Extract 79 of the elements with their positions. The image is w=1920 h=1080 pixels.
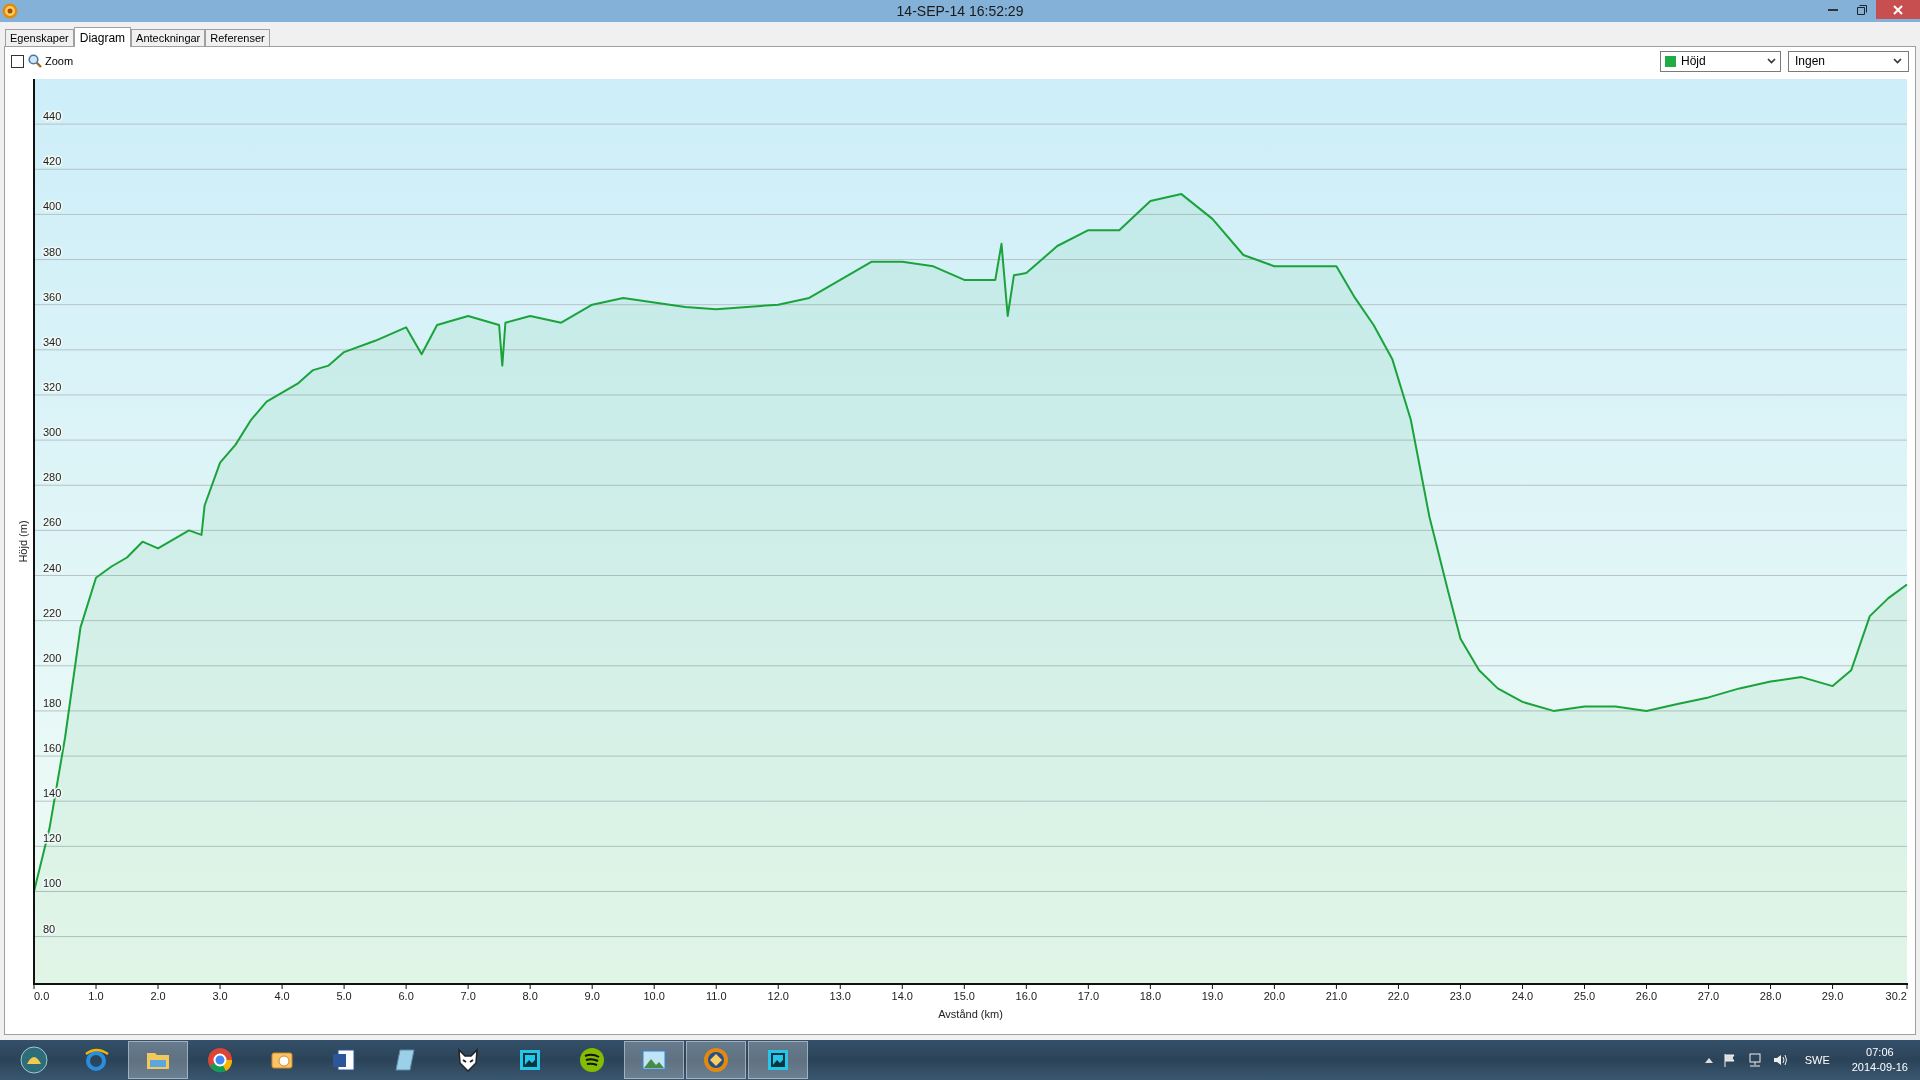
zoom-label: Zoom	[45, 53, 74, 69]
x-tick-label: 23.0	[1449, 990, 1472, 1002]
y-tick-label: 240	[43, 561, 62, 574]
x-tick-label: 18.0	[1139, 990, 1162, 1002]
x-tick-label: 20.0	[1263, 990, 1286, 1002]
x-tick-label: 10.0	[643, 990, 665, 1002]
flag-icon	[1722, 1053, 1737, 1067]
minimize-icon	[1827, 8, 1838, 11]
y-tick-label: 420	[43, 155, 62, 168]
x-tick-label: 17.0	[1077, 990, 1100, 1002]
x-tick-label: 22.0	[1387, 990, 1410, 1002]
network-icon	[1746, 1053, 1763, 1067]
series-dropdown[interactable]: Höjd	[1660, 50, 1781, 72]
x-tick-label: 1.0	[88, 990, 104, 1002]
speaker-icon	[1772, 1053, 1787, 1067]
close-button[interactable]	[1876, 0, 1920, 19]
x-tick-label: 16.0	[1015, 990, 1038, 1002]
x-axis-title: Avstånd (km)	[938, 1008, 1003, 1020]
y-tick-label: 160	[43, 742, 62, 755]
x-tick-label: 12.0	[767, 990, 789, 1002]
x-tick-label: 19.0	[1201, 990, 1224, 1002]
chevron-icon	[1767, 58, 1776, 64]
y-tick-label: 80	[43, 922, 56, 935]
x-tick-label: 24.0	[1511, 990, 1534, 1002]
x-tick-label: 7.0	[460, 990, 476, 1002]
x-tick-label: 4.0	[274, 990, 290, 1002]
x-tick-label: 27.0	[1697, 990, 1720, 1002]
x-tick-label: 8.0	[522, 990, 538, 1002]
y-tick-label: 320	[43, 380, 62, 393]
y-tick-label: 220	[43, 606, 62, 619]
target-icon	[702, 1046, 730, 1074]
y-tick-label: 340	[43, 335, 62, 348]
y-tick-label: 200	[43, 651, 62, 664]
x-tick-label: 14.0	[891, 990, 913, 1002]
tab[interactable]: Referenser	[205, 29, 270, 46]
y-tick-label: 180	[43, 696, 62, 709]
restore-icon	[1856, 4, 1867, 15]
clock[interactable]: 07:06 2014-09-16	[1851, 1045, 1908, 1075]
x-tick-label: 6.0	[398, 990, 414, 1002]
language-indicator[interactable]: SWE	[1804, 1051, 1830, 1069]
zoom-checkbox[interactable]	[11, 54, 24, 68]
x-tick-label: 13.0	[829, 990, 851, 1002]
y-tick-label: 260	[43, 516, 62, 529]
x-tick-label: 0.0	[34, 990, 50, 1002]
taskbar-button[interactable]	[748, 1041, 808, 1079]
x-tick-label: 15.0	[953, 990, 975, 1002]
y-tick-label: 380	[43, 245, 62, 258]
tab[interactable]: Anteckningar	[131, 29, 206, 46]
x-tick-label: 30.2	[1885, 990, 1907, 1002]
close-icon	[1893, 4, 1903, 15]
x-tick-label: 11.0	[705, 990, 727, 1002]
browser-icon	[206, 1046, 234, 1074]
x-tick-label: 9.0	[584, 990, 600, 1002]
x-tick-label: 25.0	[1573, 990, 1596, 1002]
x-tick-label: 3.0	[212, 990, 228, 1002]
x-tick-label: 2.0	[150, 990, 166, 1002]
dropdown[interactable]: Ingen	[1788, 50, 1909, 72]
y-tick-label: 300	[43, 426, 62, 439]
chevron-icon	[1893, 58, 1902, 64]
tab[interactable]: Diagram	[73, 27, 132, 47]
y-tick-label: 280	[43, 471, 62, 484]
window-title: 14-SEP-14 16:52:29	[896, 1, 1024, 21]
tab[interactable]: Egenskaper	[5, 29, 74, 46]
x-tick-label: 21.0	[1325, 990, 1348, 1002]
app-icon	[2, 3, 18, 19]
y-tick-label: 440	[43, 110, 62, 123]
y-tick-label: 360	[43, 290, 62, 303]
y-tick-label: 100	[43, 877, 62, 890]
music-icon	[578, 1046, 606, 1074]
magnifier-icon	[28, 54, 42, 68]
document-icon	[330, 1046, 358, 1074]
x-tick-label: 28.0	[1759, 990, 1782, 1002]
tray-arrow-icon	[1704, 1057, 1713, 1063]
y-tick-label: 400	[43, 200, 62, 213]
x-tick-label: 26.0	[1635, 990, 1658, 1002]
y-axis-title: Höjd (m)	[17, 520, 29, 563]
x-tick-label: 5.0	[336, 990, 352, 1002]
shell-icon	[20, 1046, 48, 1074]
x-tick-label: 29.0	[1821, 990, 1844, 1002]
